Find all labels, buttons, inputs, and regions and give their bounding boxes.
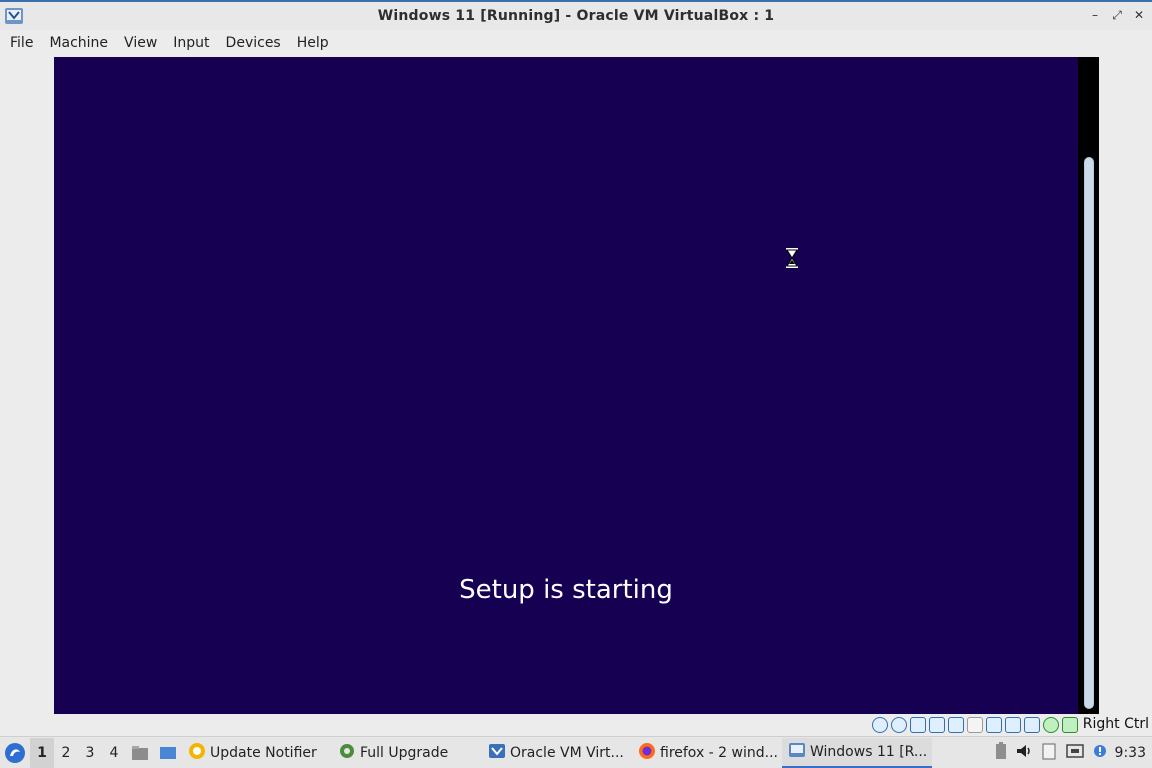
menu-input[interactable]: Input [165,30,217,56]
task-update-notifier[interactable]: Update Notifier [182,738,332,768]
virtualbox-app-icon[interactable] [4,6,24,26]
task-firefox[interactable]: firefox - 2 wind... [632,738,782,768]
notification-icon[interactable] [1093,742,1107,764]
cpu-icon[interactable] [1024,717,1040,733]
menu-file[interactable]: File [2,30,41,56]
vm-display-frame: Setup is starting [54,57,1099,714]
volume-icon[interactable] [1015,742,1033,764]
firefox-icon [638,742,656,764]
menu-devices[interactable]: Devices [218,30,289,56]
clock[interactable]: 9:33 [1115,745,1146,761]
task-label: Windows 11 [R... [810,743,928,760]
workspace-1[interactable]: 1 [30,737,54,768]
workspace-2[interactable]: 2 [54,738,78,768]
title-bar: Windows 11 [Running] - Oracle VM Virtual… [0,0,1152,30]
task-label: Oracle VM Virt... [510,744,624,761]
optical-drive-icon[interactable] [891,717,907,733]
clipboard-icon[interactable] [1041,742,1057,764]
system-tray: 9:33 [995,741,1152,764]
vm-status-bar: Right Ctrl [0,714,1152,736]
network-icon[interactable] [929,717,945,733]
taskbar: 1 2 3 4 Update Notifier Full Upgrade Ora… [0,736,1152,768]
workspace-4[interactable]: 4 [102,738,126,768]
task-label: firefox - 2 wind... [660,744,778,761]
battery-icon[interactable] [995,741,1007,764]
task-virtualbox-manager[interactable]: Oracle VM Virt... [482,738,632,768]
show-desktop-icon[interactable] [154,738,182,768]
host-key-label: Right Ctrl [1082,716,1149,732]
menu-view[interactable]: View [116,30,165,56]
shared-folders-icon[interactable] [967,717,983,733]
usb-icon[interactable] [948,717,964,733]
virtualbox-icon [488,742,506,764]
vertical-scrollbar[interactable] [1084,157,1094,709]
file-manager-icon[interactable] [126,738,154,768]
hard-disk-icon[interactable] [872,717,888,733]
restore-button[interactable]: ⤢ [1110,6,1124,24]
start-menu-button[interactable] [0,738,30,768]
gear-icon [338,742,356,764]
workspace-3[interactable]: 3 [78,738,102,768]
vm-icon [788,741,806,763]
audio-icon[interactable] [910,717,926,733]
menu-help[interactable]: Help [289,30,337,56]
video-capture-icon[interactable] [1005,717,1021,733]
close-button[interactable]: ✕ [1132,6,1146,24]
minimize-button[interactable]: – [1088,6,1102,24]
display-icon[interactable] [986,717,1002,733]
hourglass-cursor-icon [786,248,798,268]
task-label: Full Upgrade [360,744,449,761]
menu-bar: File Machine View Input Devices Help [0,30,1152,56]
menu-machine[interactable]: Machine [41,30,116,56]
setup-message: Setup is starting [459,575,673,605]
mouse-integration-icon[interactable] [1043,717,1059,733]
task-label: Update Notifier [210,744,317,761]
keyboard-icon[interactable] [1062,717,1078,733]
window-title: Windows 11 [Running] - Oracle VM Virtual… [377,8,775,24]
vm-screen[interactable]: Setup is starting [54,57,1078,714]
update-icon [188,742,206,764]
task-full-upgrade[interactable]: Full Upgrade [332,738,482,768]
network-status-icon[interactable] [1065,742,1085,764]
task-windows-11-vm[interactable]: Windows 11 [R... [782,737,932,768]
